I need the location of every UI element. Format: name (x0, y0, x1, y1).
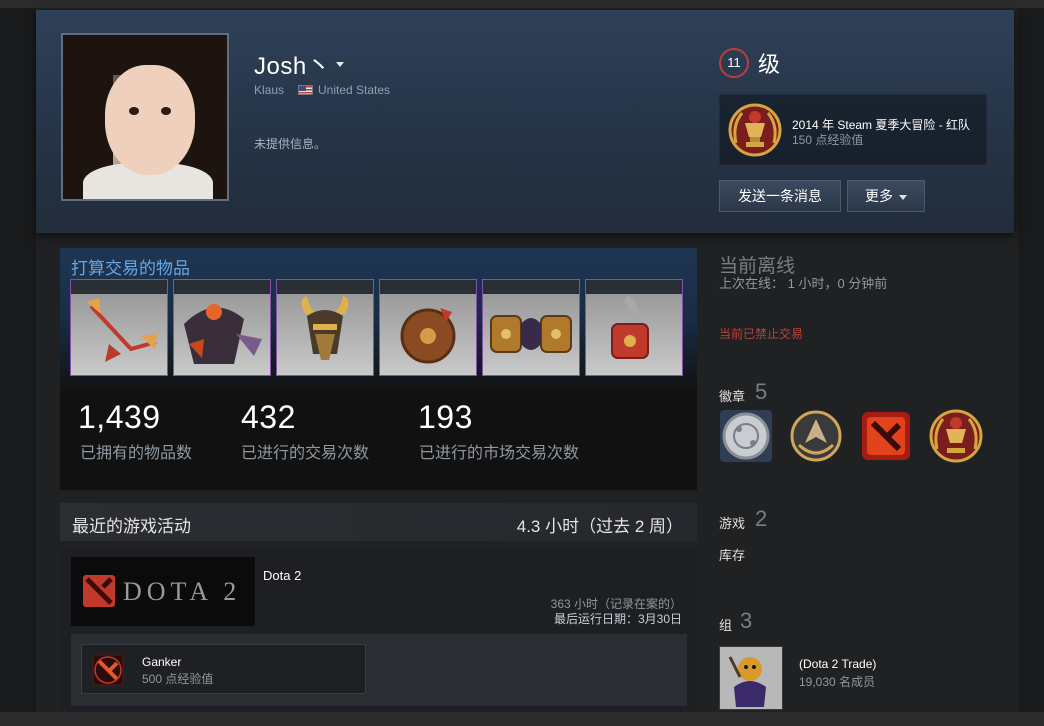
name-history-dropdown-icon[interactable] (336, 62, 344, 67)
inventory-link[interactable]: 库存 (719, 545, 745, 564)
real-name: Klaus (254, 83, 285, 97)
group-avatar[interactable] (719, 646, 783, 710)
game-last-played: 最后运行日期：3月30日 (553, 612, 682, 626)
achievement-card[interactable]: Ganker 500 点经验值 (81, 644, 366, 694)
more-button[interactable]: 更多 (847, 180, 925, 212)
trade-showcase-title: 打算交易的物品 (71, 259, 190, 278)
market-trades-label: 已进行的市场交易次数 (419, 445, 580, 462)
send-message-button[interactable]: 发送一条消息 (719, 180, 841, 212)
owned-items-label: 已拥有的物品数 (80, 445, 193, 462)
dota2-logo[interactable]: DOTA 2 (71, 557, 255, 626)
trade-item-2[interactable] (173, 279, 271, 376)
owned-items-count: 1,439 (78, 399, 161, 435)
recent-activity-header: 最近的游戏活动 4.3 小时（过去 2 周） (60, 503, 697, 541)
trade-item-4[interactable] (379, 279, 477, 376)
dota-item-gauntlet-icon (611, 295, 649, 359)
ganker-achievement-icon (92, 654, 124, 686)
recent-activity-hours: 4.3 小时（过去 2 周） (516, 517, 683, 536)
market-trades-count: 193 (418, 399, 473, 435)
dota-item-bracers-icon (490, 315, 572, 353)
dota-item-axe-icon (87, 298, 157, 362)
dota-red-badge-icon[interactable] (859, 409, 913, 463)
game-name[interactable]: Dota 2 (263, 568, 301, 583)
profile-avatar[interactable] (61, 33, 229, 201)
achievement-name: Ganker (142, 655, 182, 669)
summer-adventure-badge-icon[interactable] (929, 409, 983, 463)
badges-count[interactable]: 5 (755, 379, 767, 405)
more-button-label: 更多 (865, 188, 893, 204)
profile-name: Josh丶 (254, 53, 332, 80)
trade-item-1[interactable] (70, 279, 168, 376)
trade-ban-notice: 当前已禁止交易 (719, 327, 804, 341)
trade-item-3[interactable] (276, 279, 374, 376)
summer-adventure-badge-icon (728, 103, 782, 157)
achievement-row: Ganker 500 点经验值 (71, 634, 687, 706)
level-badge[interactable]: 11 (719, 48, 749, 78)
games-count[interactable]: 2 (755, 506, 767, 532)
achievement-xp: 500 点经验值 (142, 672, 214, 686)
badges-link[interactable]: 徽章 (719, 386, 745, 405)
group-name[interactable]: (Dota 2 Trade) (799, 657, 876, 671)
top-strip (0, 0, 1044, 8)
trades-count: 432 (241, 399, 296, 435)
dota-item-horned-helm-icon (301, 296, 349, 360)
game-activity: DOTA 2 Dota 2 363 小时（记录在案的） 最后运行日期：3月30日… (60, 548, 697, 718)
featured-badge-xp: 150 点经验值 (792, 133, 864, 147)
groups-count[interactable]: 3 (740, 608, 752, 634)
country: United States (318, 83, 391, 97)
us-flag-icon (298, 85, 313, 95)
groups-link[interactable]: 组 (719, 615, 732, 634)
group-members: 19,030 名成员 (799, 675, 876, 689)
featured-badge[interactable]: 2014 年 Steam 夏季大冒险 - 红队 150 点经验值 (719, 94, 987, 165)
trade-item-6[interactable] (585, 279, 683, 376)
last-online: 上次在线： 1 小时，0 分钟前 (719, 276, 888, 291)
dota-item-armor-icon (184, 304, 262, 364)
dota-item-shield-icon (400, 308, 456, 364)
profile-header: Josh丶 Klaus United States 未提供信息。 11 级 20… (36, 10, 1014, 233)
silver-badge-icon[interactable] (719, 409, 773, 463)
status-bar (0, 712, 1044, 726)
chevron-down-icon (899, 194, 907, 200)
dota2-logo-text: DOTA 2 (123, 577, 242, 606)
games-link[interactable]: 游戏 (719, 513, 745, 532)
dota-hero-icon (720, 647, 782, 709)
dota-compendium-badge-icon[interactable] (789, 409, 843, 463)
profile-page: { "profile": { "name": "Josh丶", "real_na… (0, 0, 1044, 726)
trade-item-5[interactable] (482, 279, 580, 376)
trade-showcase: 打算交易的物品 1,439 已拥有的物品数 432 已进行的交易次数 193 已… (60, 248, 697, 490)
trades-label: 已进行的交易次数 (241, 445, 370, 462)
recent-activity-title: 最近的游戏活动 (72, 517, 191, 536)
profile-summary: 未提供信息。 (254, 137, 327, 151)
level-label: 级 (758, 52, 781, 77)
